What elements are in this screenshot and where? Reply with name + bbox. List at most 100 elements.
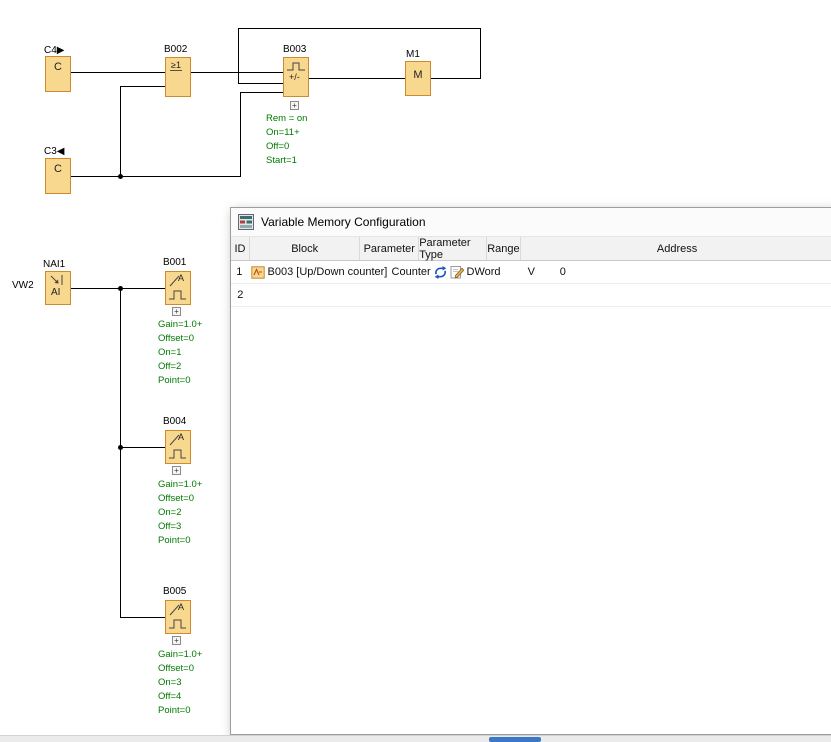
variable-memory-configuration-dialog: Variable Memory Configuration ID Block P…: [230, 207, 831, 735]
label-b004: B004: [163, 416, 186, 427]
wire-c3-branch-up: [120, 86, 121, 177]
param-line: Off=4: [158, 690, 202, 704]
expand-icon[interactable]: +: [172, 636, 181, 645]
column-header-parameter[interactable]: Parameter: [360, 237, 419, 260]
cell-id: 2: [231, 284, 250, 306]
analog-a-glyph: A: [178, 273, 184, 283]
param-line: Off=0: [266, 140, 307, 154]
analog-input-glyph: AI: [51, 287, 60, 298]
horizontal-scrollbar[interactable]: [0, 735, 831, 742]
junction-dot: [118, 286, 123, 291]
cell-parameter-text: Counter: [392, 266, 431, 278]
expand-icon[interactable]: +: [172, 307, 181, 316]
cell-range: [487, 284, 522, 306]
table-row[interactable]: 2: [231, 284, 831, 307]
label-c4: C4▶: [44, 45, 64, 56]
or-gate-glyph: ≥1: [170, 60, 182, 71]
wire-nai1-branch-down: [120, 288, 121, 618]
block-b005-analog-threshold[interactable]: A: [165, 600, 191, 634]
param-line: Offset=0: [158, 332, 202, 346]
cell-block-text: B003 [Up/Down counter]: [268, 266, 388, 278]
block-c4-cursor-input[interactable]: C: [45, 56, 71, 92]
param-line: Off=2: [158, 360, 202, 374]
label-b002: B002: [164, 44, 187, 55]
expand-icon[interactable]: +: [172, 466, 181, 475]
wire-feedback-left: [238, 28, 239, 83]
cell-parameter-type: [420, 284, 488, 306]
param-line: Offset=0: [158, 492, 202, 506]
edit-icon[interactable]: [450, 265, 465, 279]
cell-address: 0: [557, 261, 831, 283]
block-b003-updown-counter[interactable]: +/-: [283, 57, 309, 97]
param-line: On=3: [158, 676, 202, 690]
refresh-icon[interactable]: [433, 265, 448, 280]
block-nai1-network-analog-input[interactable]: AI: [45, 271, 71, 305]
column-header-parameter-type[interactable]: Parameter Type: [419, 237, 486, 260]
param-line: Point=0: [158, 534, 202, 548]
wire-c3-out: [71, 176, 241, 177]
fbd-canvas: C4▶ B002 B003 M1 C3◀ NAI1 VW2 B001 B004 …: [0, 0, 831, 742]
cursor-key-glyph: C: [46, 163, 70, 175]
block-icon: [251, 266, 265, 279]
wire-b002-b003: [191, 72, 283, 73]
block-b004-analog-threshold[interactable]: A: [165, 430, 191, 464]
param-line: On=2: [158, 506, 202, 520]
wire-branch-b004: [120, 447, 165, 448]
cell-address: [523, 284, 831, 306]
param-line: Off=3: [158, 520, 202, 534]
column-header-block[interactable]: Block: [250, 237, 360, 260]
param-line: Offset=0: [158, 662, 202, 676]
column-header-id[interactable]: ID: [231, 237, 250, 260]
block-m1-marker[interactable]: M: [405, 61, 431, 96]
wire-c3-b003: [240, 92, 283, 93]
junction-dot: [118, 445, 123, 450]
counter-step-icon: [286, 61, 306, 71]
wire-feedback-b003: [238, 83, 283, 84]
param-line: Rem = on: [266, 112, 307, 126]
block-b002-or[interactable]: ≥1: [165, 57, 191, 97]
cell-parameter: Counter: [389, 261, 464, 283]
analog-a-glyph: A: [178, 432, 184, 442]
cell-id: 1: [231, 261, 248, 283]
wire-feedback-right: [480, 28, 481, 79]
scrollbar-thumb[interactable]: [489, 737, 541, 742]
b003-parameters: Rem = on On=11+ Off=0 Start=1: [266, 112, 307, 168]
b004-parameters: Gain=1.0+ Offset=0 On=2 Off=3 Point=0: [158, 478, 202, 548]
dialog-titlebar[interactable]: Variable Memory Configuration: [231, 208, 831, 237]
wire-c3-up: [240, 92, 241, 177]
label-b003: B003: [283, 44, 306, 55]
label-nai1: NAI1: [43, 259, 65, 270]
param-line: On=1: [158, 346, 202, 360]
param-line: Start=1: [266, 154, 307, 168]
analog-a-glyph: A: [178, 602, 184, 612]
cursor-key-glyph: C: [46, 61, 70, 73]
wire-feedback-top: [238, 28, 481, 29]
marker-glyph: M: [406, 69, 430, 81]
table-row[interactable]: 1 B003 [Up/Down counter] Counter: [231, 261, 831, 284]
param-line: Point=0: [158, 374, 202, 388]
wire-branch-b005: [120, 617, 165, 618]
label-vw2: VW2: [12, 280, 34, 291]
column-header-address[interactable]: Address: [521, 237, 831, 260]
param-line: Gain=1.0+: [158, 478, 202, 492]
cell-parameter-type: DWord: [464, 261, 525, 283]
cell-block: B003 [Up/Down counter]: [248, 261, 389, 283]
table-header: ID Block Parameter Parameter Type Range …: [231, 237, 831, 261]
wire-c4-b002: [71, 72, 165, 73]
param-line: Point=0: [158, 704, 202, 718]
cell-parameter: [360, 284, 419, 306]
label-b005: B005: [163, 586, 186, 597]
cell-range: V: [525, 261, 557, 283]
wire-branch-b002: [120, 86, 165, 87]
label-b001: B001: [163, 257, 186, 268]
b001-parameters: Gain=1.0+ Offset=0 On=1 Off=2 Point=0: [158, 318, 202, 388]
expand-icon[interactable]: +: [290, 101, 299, 110]
block-c3-cursor-input[interactable]: C: [45, 158, 71, 194]
network-input-icon: [48, 274, 70, 287]
cell-block: [250, 284, 361, 306]
block-b001-analog-threshold[interactable]: A: [165, 271, 191, 305]
param-line: On=11+: [266, 126, 307, 140]
column-header-range[interactable]: Range: [487, 237, 522, 260]
wire-m1-out: [431, 78, 481, 79]
param-line: Gain=1.0+: [158, 318, 202, 332]
